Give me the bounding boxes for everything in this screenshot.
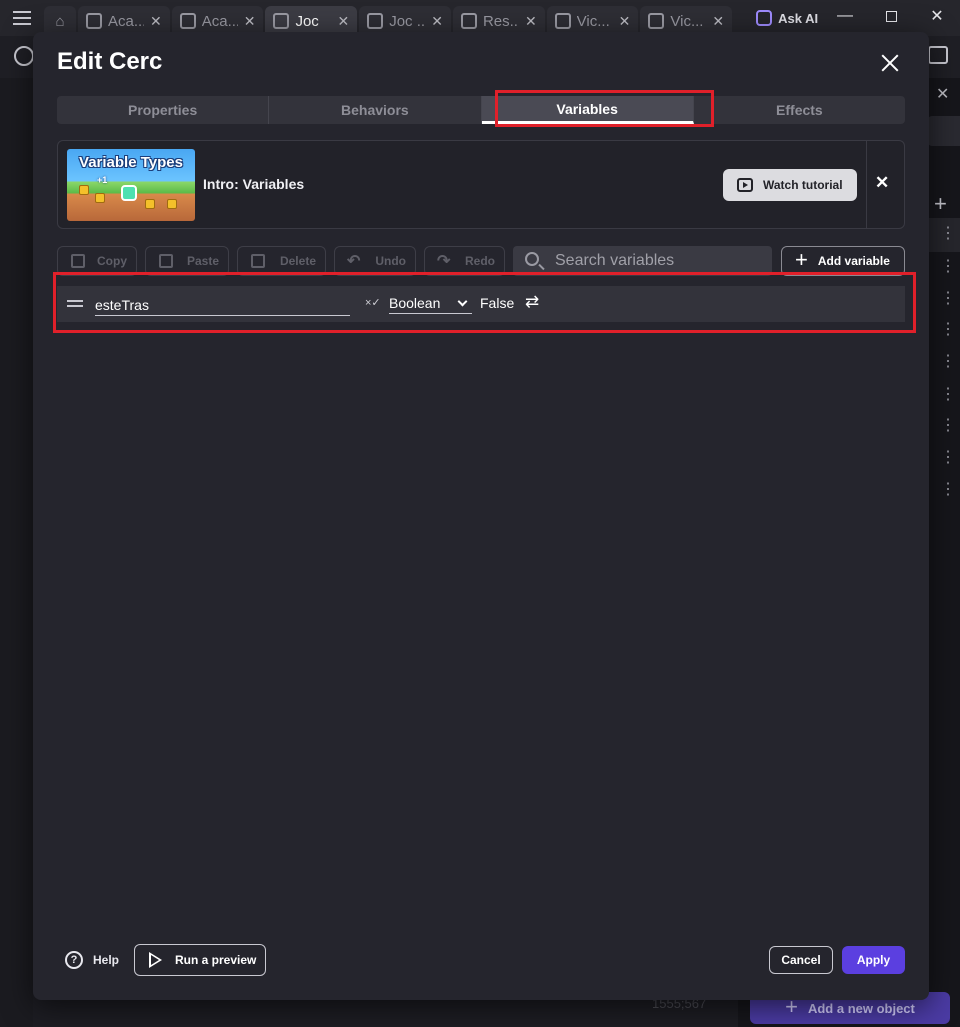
dialog-title: Edit Cerc [57, 48, 163, 75]
cancel-button[interactable]: Cancel [769, 946, 833, 974]
chevron-down-icon [457, 296, 468, 306]
copy-icon [71, 254, 85, 268]
coin-icon [79, 185, 89, 195]
edit-object-dialog: Edit Cerc Properties Behaviors Variables… [33, 32, 929, 1000]
edit-icon[interactable] [928, 46, 948, 64]
scene-canvas [0, 78, 33, 1027]
objects-search[interactable] [928, 116, 960, 146]
ai-icon [756, 10, 773, 26]
coin-icon [145, 199, 155, 209]
variables-toolbar: Copy Paste Delete ↶ Undo ↷ Redo + Add va… [57, 246, 905, 276]
trash-icon [251, 254, 265, 268]
close-icon[interactable] [879, 52, 901, 74]
close-icon[interactable]: ✕ [619, 13, 631, 30]
layout-icon [367, 13, 384, 29]
undo-icon: ↶ [347, 253, 361, 270]
close-icon[interactable]: ✕ [712, 13, 724, 30]
drag-handle-icon[interactable] [67, 300, 83, 307]
tab-properties[interactable]: Properties [57, 96, 270, 124]
search-input[interactable] [555, 250, 765, 272]
close-icon[interactable]: ✕ [431, 13, 443, 30]
layout-icon [179, 13, 196, 29]
close-icon[interactable]: ✕ [875, 173, 889, 193]
add-icon[interactable]: + [934, 191, 947, 217]
run-preview-button[interactable]: Run a preview [134, 944, 266, 976]
redo-icon: ↷ [437, 253, 451, 270]
resource-icon [460, 13, 477, 29]
tutorial-banner: Variable Types +1 Intro: Variables Watch… [57, 140, 905, 229]
menu-icon[interactable] [0, 0, 44, 36]
variable-type-select[interactable]: Boolean [389, 292, 472, 314]
divider [866, 141, 867, 228]
more-icon[interactable]: ⋮ [940, 387, 956, 403]
scene-icon [554, 13, 571, 29]
layout-icon [648, 13, 665, 29]
play-icon [737, 178, 753, 192]
swap-icon[interactable]: ⇄ [525, 292, 539, 312]
search-icon [525, 252, 539, 266]
variable-row: ×✓ Boolean False ⇄ [57, 286, 905, 322]
delete-button[interactable]: Delete [237, 246, 326, 276]
close-icon[interactable]: ✕ [150, 13, 162, 30]
more-icon[interactable]: ⋮ [940, 226, 956, 242]
close-icon[interactable]: ✕ [936, 84, 949, 104]
maximize-button[interactable] [868, 0, 914, 32]
close-icon[interactable]: ✕ [244, 13, 256, 30]
more-icon[interactable]: ⋮ [940, 482, 956, 498]
close-icon[interactable]: ✕ [525, 13, 537, 30]
more-icon[interactable]: ⋮ [940, 291, 956, 307]
paste-button[interactable]: Paste [145, 246, 229, 276]
tab-variables[interactable]: Variables [481, 96, 694, 124]
dialog-tabs: Properties Behaviors Variables Effects [57, 96, 905, 124]
tutorial-title: Intro: Variables [203, 176, 305, 192]
scene-icon [273, 13, 290, 29]
more-icon[interactable]: ⋮ [940, 322, 956, 338]
scene-icon [86, 13, 102, 29]
redo-button[interactable]: ↷ Redo [424, 246, 505, 276]
more-icon[interactable]: ⋮ [940, 354, 956, 370]
app-tab-bar: ⌂ Aca...✕ Aca...✕ Joc✕ Joc ...✕ Res...✕ … [0, 0, 960, 36]
help-icon: ? [65, 951, 83, 969]
undo-button[interactable]: ↶ Undo [334, 246, 416, 276]
home-icon: ⌂ [55, 12, 65, 30]
close-icon[interactable]: ✕ [337, 13, 349, 30]
tutorial-thumbnail[interactable]: Variable Types +1 [67, 149, 195, 221]
more-icon[interactable]: ⋮ [940, 450, 956, 466]
watch-tutorial-button[interactable]: Watch tutorial [723, 169, 857, 201]
robot-icon [121, 185, 137, 201]
more-icon[interactable]: ⋮ [940, 259, 956, 275]
ask-ai-button[interactable]: Ask AI [756, 10, 818, 26]
more-icon[interactable]: ⋮ [940, 418, 956, 434]
variable-name-field[interactable] [95, 294, 350, 316]
tab-effects[interactable]: Effects [694, 96, 905, 124]
coin-icon [167, 199, 177, 209]
minimize-button[interactable]: — [822, 0, 868, 32]
close-window-button[interactable]: ✕ [914, 0, 960, 32]
coin-icon [95, 193, 105, 203]
tab-behaviors[interactable]: Behaviors [269, 96, 482, 124]
play-icon [149, 952, 163, 968]
plus-icon: + [795, 247, 808, 272]
validate-icon[interactable]: ×✓ [365, 296, 381, 309]
copy-button[interactable]: Copy [57, 246, 137, 276]
variables-search[interactable] [513, 246, 772, 276]
history-icon[interactable] [14, 46, 34, 66]
window-controls: — ✕ [822, 0, 960, 32]
variable-value[interactable]: False [480, 295, 514, 311]
help-button[interactable]: ? Help [65, 951, 119, 969]
add-variable-button[interactable]: + Add variable [781, 246, 905, 276]
apply-button[interactable]: Apply [842, 946, 905, 974]
paste-icon [159, 254, 173, 268]
